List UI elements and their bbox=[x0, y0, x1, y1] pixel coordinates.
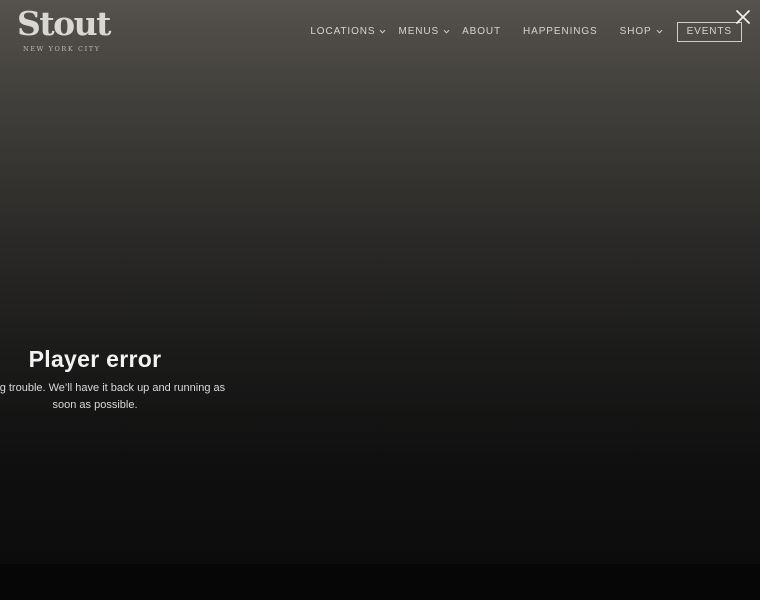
nav-item-locations[interactable]: LOCATIONS bbox=[310, 26, 386, 37]
error-message-line-2: soon as possible. bbox=[52, 399, 138, 411]
logo-tagline: NEW YORK CITY bbox=[23, 45, 101, 53]
video-overlay-page: Stout NEW YORK CITY LOCATIONS MENUS ABOU… bbox=[0, 0, 760, 600]
nav-item-label: HAPPENINGS bbox=[523, 26, 598, 37]
error-title: Player error bbox=[28, 346, 162, 372]
nav-item-label: LOCATIONS bbox=[310, 26, 376, 37]
video-bottom-bar bbox=[0, 564, 760, 600]
nav-item-happenings[interactable]: HAPPENINGS bbox=[523, 26, 598, 37]
nav-item-about[interactable]: ABOUT bbox=[462, 26, 501, 37]
logo-wordmark: Stout bbox=[17, 4, 111, 43]
events-button-label: EVENTS bbox=[686, 26, 732, 37]
stout-logo[interactable]: Stout NEW YORK CITY bbox=[17, 5, 117, 54]
nav-item-shop[interactable]: SHOP bbox=[620, 26, 663, 37]
nav-item-label: SHOP bbox=[619, 26, 652, 37]
close-icon[interactable] bbox=[734, 8, 752, 26]
chevron-down-icon bbox=[656, 28, 663, 35]
events-button[interactable]: EVENTS bbox=[676, 21, 742, 42]
player-error-panel: Player error s having trouble. We’ll hav… bbox=[0, 344, 250, 414]
nav-item-label: ABOUT bbox=[462, 26, 502, 37]
chevron-down-icon bbox=[443, 28, 450, 35]
error-message-line-1: s having trouble. We’ll have it back up … bbox=[0, 382, 226, 394]
main-nav: LOCATIONS MENUS ABOUT HAPPENINGS SHOP EV… bbox=[310, 20, 742, 43]
nav-item-menus[interactable]: MENUS bbox=[398, 26, 450, 37]
nav-item-label: MENUS bbox=[398, 26, 440, 37]
chevron-down-icon bbox=[379, 28, 386, 35]
